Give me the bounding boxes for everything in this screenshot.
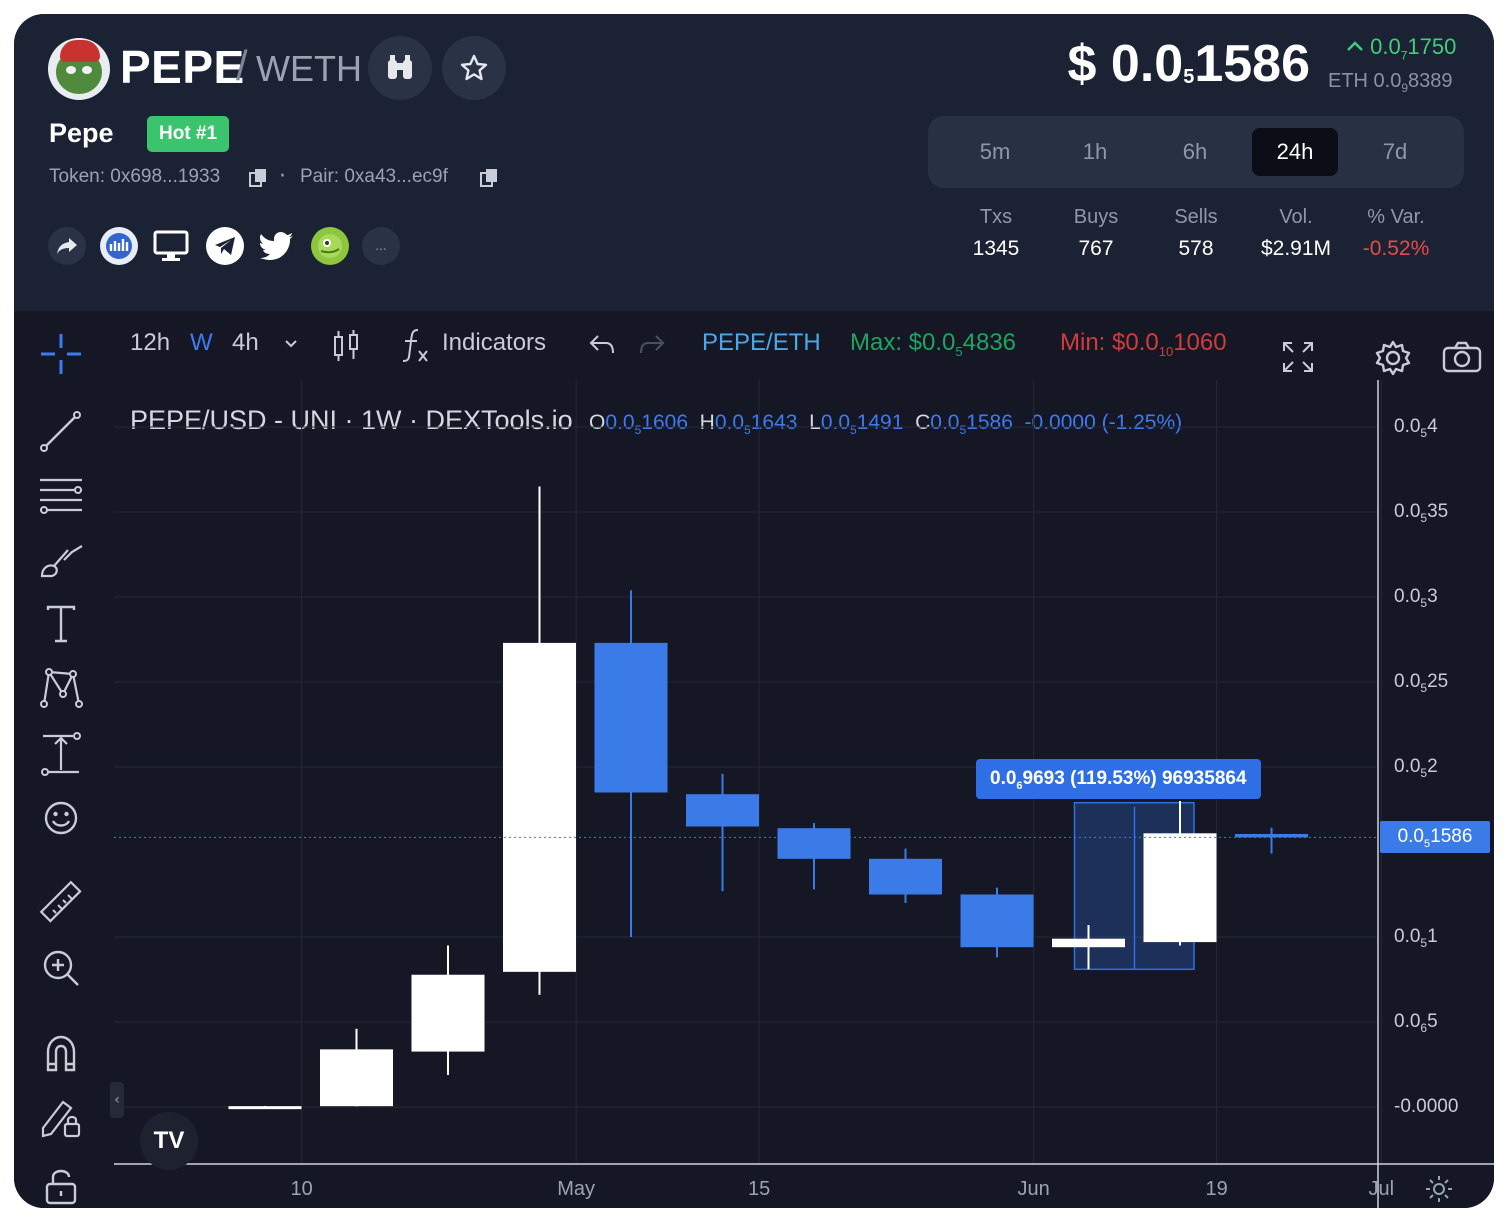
candle-body (869, 858, 942, 895)
time-tick-label: 19 (1205, 1178, 1228, 1200)
price-tick-label: 0.053 (1394, 586, 1438, 610)
candle-body (320, 1049, 393, 1107)
price-tick-label: 0.0535 (1394, 501, 1449, 525)
candle-body (594, 642, 668, 793)
time-tick-label: Jul (1368, 1178, 1395, 1200)
candle-body (686, 794, 759, 827)
axis-settings-icon[interactable] (1424, 1174, 1454, 1204)
time-tick-label: 15 (747, 1178, 771, 1200)
candle-body (228, 1106, 302, 1110)
price-tick-label: 0.052 (1394, 756, 1438, 780)
candle-body (1143, 833, 1217, 943)
candle-body (503, 642, 576, 972)
time-tick-label: 10 (290, 1178, 313, 1200)
candlestick-chart[interactable] (14, 14, 1494, 1208)
candle-body (777, 828, 851, 859)
candle-body (1052, 938, 1125, 948)
app-window: PEPE / WETH Pepe Hot #1 Token: 0x698...1… (14, 14, 1494, 1208)
candle-body (411, 974, 485, 1052)
price-tick-label: 0.0525 (1394, 671, 1449, 695)
price-tick-label: 0.065 (1394, 1011, 1438, 1035)
current-price-label: 0.051586 (1380, 821, 1490, 854)
price-tick-label: -0.0000 (1394, 1096, 1459, 1117)
candle-body (960, 894, 1034, 948)
measure-tooltip: 0.069693 (119.53%) 96935864 (976, 759, 1261, 799)
price-tick-label: 0.054 (1394, 416, 1438, 440)
price-tick-label: 0.051 (1394, 926, 1438, 950)
collapse-toolbar-button[interactable]: ‹ (110, 1082, 124, 1118)
tradingview-logo[interactable]: TV (140, 1112, 198, 1170)
time-tick-label: May (557, 1178, 595, 1200)
time-tick-label: Jun (1017, 1178, 1050, 1200)
candle-body (1235, 833, 1308, 838)
